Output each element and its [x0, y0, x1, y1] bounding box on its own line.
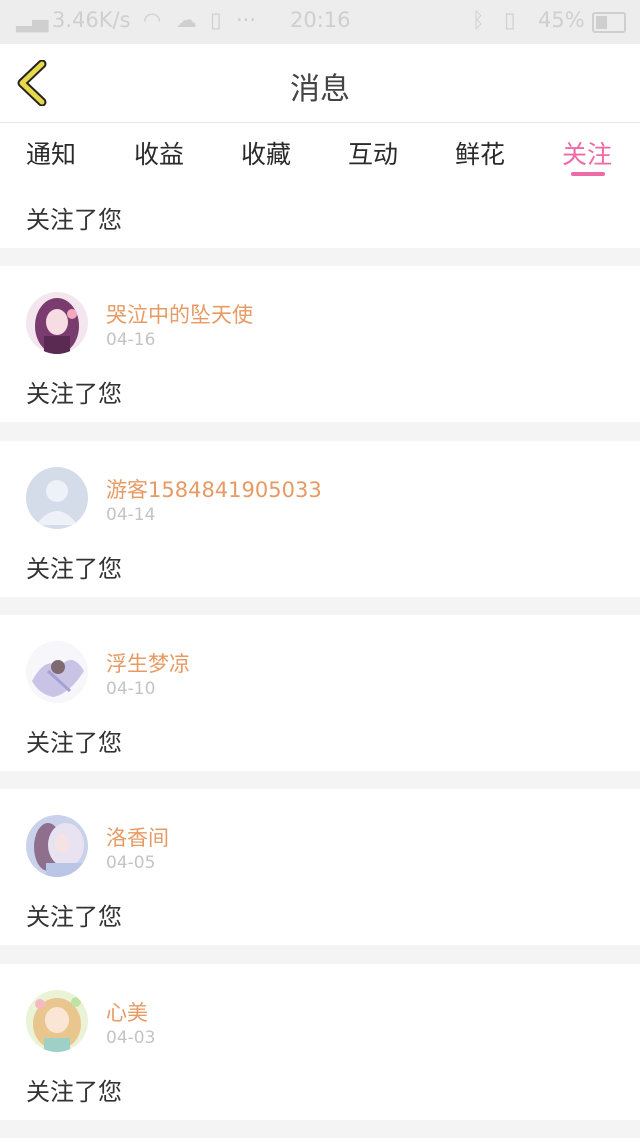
message-date: 04-16 [106, 330, 156, 350]
message-date: 04-03 [106, 1028, 156, 1048]
message-card: 心美 04-03 关注了您 [0, 964, 640, 1120]
username-link[interactable]: 洛香间 [106, 822, 169, 852]
message-text: 关注了您 [26, 380, 122, 408]
tab-interactions[interactable]: 互动 [348, 135, 398, 171]
message-date: 04-05 [106, 853, 156, 873]
bluetooth-icon: ᛒ [472, 8, 485, 32]
message-text: 关注了您 [26, 903, 122, 931]
wifi-icon: ◠ [143, 8, 162, 32]
tab-follows[interactable]: 关注 [562, 135, 612, 171]
status-time: 20:16 [290, 8, 351, 32]
message-card: 哭泣中的坠天使 04-16 关注了您 [0, 266, 640, 422]
username-link[interactable]: 心美 [106, 997, 148, 1027]
message-text: 关注了您 [26, 729, 122, 757]
battery-percent: 45% [538, 8, 585, 32]
message-text: 关注了您 [26, 206, 122, 234]
tab-flowers[interactable]: 鲜花 [455, 135, 505, 171]
tab-notifications[interactable]: 通知 [26, 135, 76, 171]
more-dots-icon: ··· [236, 8, 257, 32]
battery-icon [592, 12, 626, 33]
header: 消息 [0, 44, 640, 123]
user-avatar-icon [26, 990, 88, 1052]
message-text: 关注了您 [26, 555, 122, 583]
avatar[interactable] [26, 292, 88, 354]
message-date: 04-10 [106, 679, 156, 699]
vibrate-icon: ▯ [504, 8, 516, 32]
message-card: 关注了您 [0, 183, 640, 248]
default-user-icon [26, 467, 88, 529]
username-link[interactable]: 浮生梦凉 [106, 648, 190, 678]
user-avatar-icon [26, 815, 88, 877]
status-bar: ▂▄ 3.46K/s ◠ ☁ ▯ ··· 20:16 ᛒ ▯ 45% [0, 0, 640, 44]
cloud-icon: ☁ [176, 8, 197, 32]
tab-earnings[interactable]: 收益 [134, 135, 184, 171]
tab-favorites[interactable]: 收藏 [241, 135, 291, 171]
signal-icon: ▂▄ [16, 8, 49, 32]
avatar[interactable] [26, 641, 88, 703]
avatar[interactable] [26, 467, 88, 529]
message-text: 关注了您 [26, 1078, 122, 1106]
username-link[interactable]: 游客1584841905033 [106, 474, 322, 504]
document-icon: ▯ [210, 8, 222, 32]
message-card: 浮生梦凉 04-10 关注了您 [0, 615, 640, 771]
message-card: 游客1584841905033 04-14 关注了您 [0, 441, 640, 597]
network-speed: 3.46K/s [52, 8, 131, 32]
user-avatar-icon [26, 641, 88, 703]
active-tab-indicator [571, 172, 605, 176]
user-avatar-icon [26, 292, 88, 354]
username-link[interactable]: 哭泣中的坠天使 [106, 299, 253, 329]
tab-bar: 通知 收益 收藏 互动 鲜花 关注 [0, 123, 640, 183]
message-date: 04-14 [106, 505, 156, 525]
page-title: 消息 [290, 72, 350, 107]
message-card: 洛香间 04-05 关注了您 [0, 789, 640, 945]
avatar[interactable] [26, 990, 88, 1052]
avatar[interactable] [26, 815, 88, 877]
